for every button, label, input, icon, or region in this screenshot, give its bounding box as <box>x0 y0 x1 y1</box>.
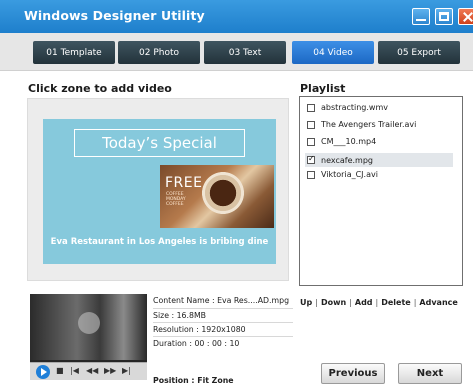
playlist-item-label: CM___10.mp4 <box>321 137 377 146</box>
playlist-checkbox[interactable] <box>307 103 315 112</box>
add-button[interactable]: Add <box>355 298 373 307</box>
special-zone[interactable]: Today’s Special <box>74 129 245 157</box>
next-button[interactable]: Next <box>398 363 462 384</box>
advance-button[interactable]: Advance <box>419 298 457 307</box>
playlist-item[interactable]: CM___10.mp4 <box>307 137 376 146</box>
coffee-cup-image <box>200 170 246 216</box>
separator: | <box>349 298 352 307</box>
separator: | <box>413 298 417 307</box>
content-name: Content Name : Eva Res....AD.mpg <box>153 296 290 305</box>
free-subtext: COFFEE MONDAY COFFEE <box>166 192 186 207</box>
playlist-actions: Up | Down | Add | Delete | Advance <box>300 298 458 307</box>
playlist-item[interactable]: abstracting.wmv <box>307 103 388 112</box>
playlist-box: abstracting.wmv The Avengers Trailer.avi… <box>299 96 463 286</box>
playlist-checkbox[interactable] <box>307 120 315 129</box>
divider <box>153 336 293 337</box>
down-button[interactable]: Down <box>321 298 346 307</box>
playlist-item[interactable]: Viktoria_CJ.avi <box>307 170 378 179</box>
step-tabs: 01 Template 02 Photo 03 Text 04 Video 05… <box>0 33 473 71</box>
video-thumbnail <box>30 294 147 360</box>
skip-back-icon[interactable]: |◀ <box>70 366 79 375</box>
content-position: Position : Fit Zone <box>153 376 234 385</box>
playlist-item-selected[interactable]: nexcafe.mpg <box>305 153 453 167</box>
previous-button[interactable]: Previous <box>321 363 385 384</box>
video-zone[interactable]: FREE COFFEE MONDAY COFFEE <box>160 165 274 228</box>
maximize-button[interactable] <box>435 8 453 25</box>
zone-section-title: Click zone to add video <box>28 82 172 95</box>
playlist-item-label: The Avengers Trailer.avi <box>321 120 417 129</box>
free-text: FREE <box>165 175 203 191</box>
tab-export[interactable]: 05 Export <box>378 41 460 64</box>
divider <box>153 308 293 309</box>
fast-forward-icon[interactable]: ▶▶ <box>104 366 116 375</box>
window-title: Windows Designer Utility <box>24 8 205 23</box>
up-button[interactable]: Up <box>300 298 312 307</box>
tab-template[interactable]: 01 Template <box>33 41 115 64</box>
player-control-bar: ■ |◀ ◀◀ ▶▶ ▶| <box>30 362 147 380</box>
tab-photo[interactable]: 02 Photo <box>118 41 200 64</box>
playlist-title: Playlist <box>300 82 346 95</box>
playlist-item-label: Viktoria_CJ.avi <box>321 170 378 179</box>
playlist-checkbox[interactable] <box>307 137 315 146</box>
poster-caption[interactable]: Eva Restaurant in Los Angeles is bribing… <box>43 237 276 247</box>
playlist-item-label: abstracting.wmv <box>321 103 388 112</box>
content-size: Size : 16.8MB <box>153 311 207 320</box>
rewind-icon[interactable]: ◀◀ <box>86 366 98 375</box>
content-duration: Duration : 00 : 00 : 10 <box>153 339 240 348</box>
playlist-checkbox[interactable] <box>307 170 315 179</box>
title-bar: Windows Designer Utility <box>0 0 473 33</box>
minimize-button[interactable] <box>412 8 430 25</box>
separator: | <box>375 298 379 307</box>
tab-text[interactable]: 03 Text <box>204 41 286 64</box>
separator: | <box>315 298 318 307</box>
stop-icon[interactable]: ■ <box>56 366 64 375</box>
tab-video[interactable]: 04 Video <box>292 41 374 64</box>
playlist-item[interactable]: The Avengers Trailer.avi <box>307 120 416 129</box>
skip-forward-icon[interactable]: ▶| <box>122 366 131 375</box>
video-preview[interactable]: ■ |◀ ◀◀ ▶▶ ▶| <box>30 294 147 380</box>
play-icon[interactable] <box>36 365 50 379</box>
delete-button[interactable]: Delete <box>381 298 410 307</box>
playlist-item-label: nexcafe.mpg <box>321 155 373 165</box>
divider <box>153 322 293 323</box>
content-resolution: Resolution : 1920x1080 <box>153 325 246 334</box>
close-button[interactable] <box>458 8 473 25</box>
playlist-checkbox[interactable] <box>307 154 315 164</box>
